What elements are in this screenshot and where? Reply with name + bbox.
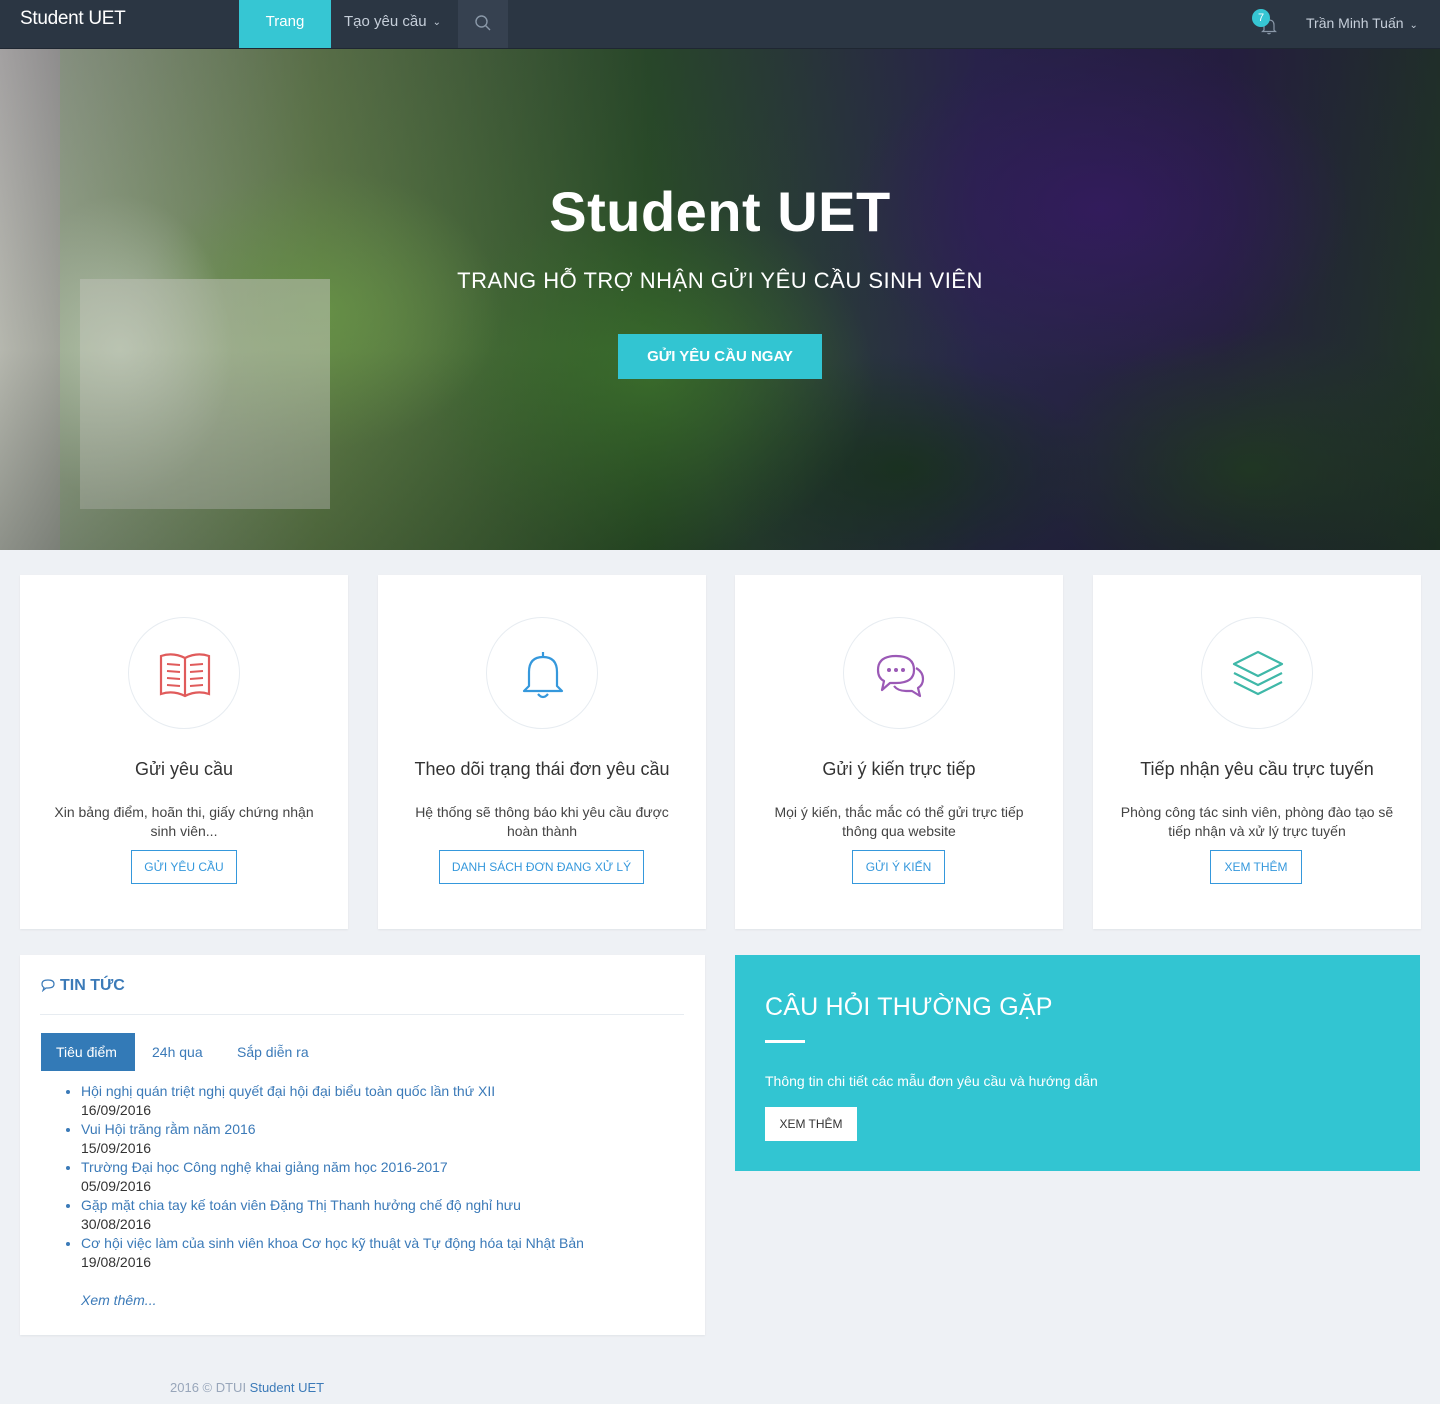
brand-logo[interactable]: Student UET (20, 8, 126, 30)
send-feedback-button[interactable]: GỬI Ý KIẾN (852, 850, 945, 884)
user-menu[interactable]: Trần Minh Tuấn ⌄ (1306, 15, 1418, 31)
news-date: 16/09/2016 (81, 1102, 152, 1118)
search-icon (475, 15, 491, 31)
tab-highlights[interactable]: Tiêu điểm (41, 1033, 135, 1071)
news-heading: TIN TỨC (40, 977, 125, 995)
news-date: 30/08/2016 (81, 1216, 152, 1232)
view-more-button[interactable]: XEM THÊM (1210, 850, 1302, 884)
feature-card-track-status: Theo dõi trạng thái đơn yêu cầu Hệ thống… (378, 575, 706, 929)
list-item: Vui Hội trăng rằm năm 201615/09/2016 (81, 1120, 584, 1158)
news-panel: TIN TỨC Tiêu điểm 24h qua Sắp diễn ra Hộ… (20, 955, 705, 1335)
chat-icon (876, 654, 925, 698)
nav-create-request[interactable]: Tạo yêu cầu ⌄ (331, 0, 458, 48)
book-icon (159, 653, 211, 698)
feature-card-feedback: Gửi ý kiến trực tiếp Mọi ý kiến, thắc mắ… (735, 575, 1063, 929)
feature-description: Mọi ý kiến, thắc mắc có thể gửi trực tiế… (774, 804, 1024, 839)
list-item: Trường Đại học Công nghệ khai giảng năm … (81, 1158, 584, 1196)
top-navbar: Student UET Trang chủ Tạo yêu cầu ⌄ 7 Trầ… (0, 0, 1440, 74)
news-date: 15/09/2016 (81, 1140, 152, 1156)
hero-subtitle: TRANG HỖ TRỢ NHẬN GỬI YÊU CẦU SINH VIÊN (457, 268, 983, 293)
notification-badge: 7 (1252, 9, 1270, 27)
news-link[interactable]: Hội nghị quán triệt nghị quyết đại hội đ… (81, 1082, 584, 1101)
user-name: Trần Minh Tuấn (1306, 15, 1404, 31)
footer: 2016 © DTUI Student UET (170, 1380, 324, 1395)
news-link[interactable]: Vui Hội trăng rằm năm 2016 (81, 1120, 584, 1139)
faq-description: Thông tin chi tiết các mẫu đơn yêu cầu v… (765, 1073, 1098, 1089)
feature-description: Hệ thống sẽ thông báo khi yêu cầu được h… (415, 804, 669, 839)
tab-upcoming[interactable]: Sắp diễn ra (222, 1033, 324, 1071)
list-item: Cơ hội việc làm của sinh viên khoa Cơ họ… (81, 1234, 584, 1272)
list-item: Hội nghị quán triệt nghị quyết đại hội đ… (81, 1082, 584, 1120)
divider (40, 1014, 684, 1015)
faq-title: CÂU HỎI THƯỜNG GẶP (765, 993, 1053, 1021)
news-heading-text: TIN TỨC (60, 977, 125, 994)
feature-description: Phòng công tác sinh viên, phòng đào tạo … (1120, 804, 1394, 839)
feature-title: Theo dõi trạng thái đơn yêu cầu (414, 759, 670, 779)
notification-button[interactable]: 7 (1252, 9, 1282, 37)
feature-card-online-intake: Tiếp nhận yêu cầu trực tuyến Phòng công … (1093, 575, 1421, 929)
faq-view-more-button[interactable]: XEM THÊM (765, 1107, 857, 1141)
faq-title-underline (765, 1040, 805, 1043)
list-item: Gặp mặt chia tay kế toán viên Đặng Thị T… (81, 1196, 584, 1234)
send-request-now-button[interactable]: GỬI YÊU CẦU NGAY (618, 334, 822, 379)
feature-description: Xin bảng điểm, hoãn thi, giấy chứng nhận… (54, 804, 314, 839)
news-more-link[interactable]: Xem thêm... (81, 1292, 156, 1308)
hero-title: Student UET (549, 180, 891, 243)
pending-requests-button[interactable]: DANH SÁCH ĐƠN ĐANG XỬ LÝ (439, 850, 644, 884)
feature-icon-circle (1201, 617, 1313, 729)
feature-title: Gửi yêu cầu (134, 759, 234, 779)
footer-link[interactable]: Student UET (250, 1380, 324, 1395)
news-list: Hội nghị quán triệt nghị quyết đại hội đ… (81, 1082, 584, 1272)
nav-create-label: Tạo yêu cầu (344, 13, 427, 30)
feature-title: Tiếp nhận yêu cầu trực tuyến (1140, 759, 1374, 779)
feature-icon-circle (128, 617, 240, 729)
comment-icon (41, 979, 55, 993)
news-link[interactable]: Trường Đại học Công nghệ khai giảng năm … (81, 1158, 584, 1177)
faq-panel: CÂU HỎI THƯỜNG GẶP Thông tin chi tiết cá… (735, 955, 1420, 1171)
nav-home[interactable]: Trang chủ (239, 0, 331, 74)
hero-overlay (0, 49, 1440, 550)
hero-banner: Student UET TRANG HỖ TRỢ NHẬN GỬI YÊU CẦ… (0, 49, 1440, 550)
layers-icon (1232, 650, 1284, 696)
tab-last-24h[interactable]: 24h qua (137, 1033, 218, 1071)
footer-copyright: 2016 © DTUI (170, 1380, 250, 1395)
feature-icon-circle (843, 617, 955, 729)
search-button[interactable] (458, 0, 508, 48)
news-link[interactable]: Cơ hội việc làm của sinh viên khoa Cơ họ… (81, 1234, 584, 1253)
news-date: 05/09/2016 (81, 1178, 152, 1194)
news-link[interactable]: Gặp mặt chia tay kế toán viên Đặng Thị T… (81, 1196, 584, 1215)
chevron-down-icon: ⌄ (1409, 20, 1418, 31)
feature-icon-circle (486, 617, 598, 729)
chevron-down-icon: ⌄ (432, 17, 441, 28)
feature-card-send-request: Gửi yêu cầu Xin bảng điểm, hoãn thi, giấ… (20, 575, 348, 929)
bell-icon (522, 652, 564, 699)
feature-title: Gửi ý kiến trực tiếp (822, 759, 976, 779)
send-request-button[interactable]: GỬI YÊU CẦU (131, 850, 237, 884)
news-date: 19/08/2016 (81, 1254, 152, 1270)
